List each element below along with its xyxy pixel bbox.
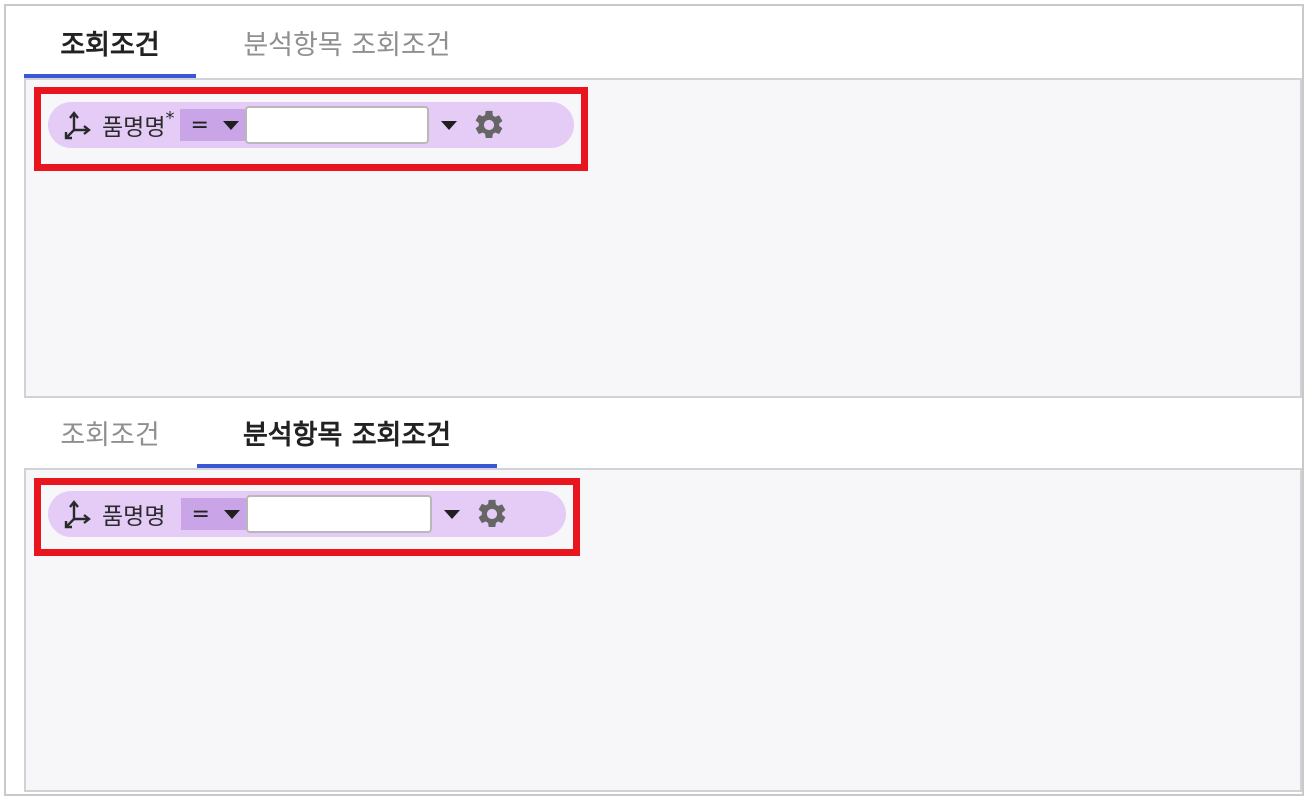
field-label: 품명명 bbox=[102, 497, 165, 531]
required-mark: * bbox=[165, 108, 175, 129]
highlight-box: 품명명 = bbox=[34, 478, 580, 556]
chevron-down-icon[interactable] bbox=[440, 120, 457, 130]
tab-analysis-query-conditions[interactable]: 분석항목 조회조건 bbox=[197, 410, 497, 468]
axis-move-icon[interactable] bbox=[60, 497, 94, 531]
operator-select[interactable]: = bbox=[181, 498, 246, 530]
tab-bar: 조회조건 분석항목 조회조건 bbox=[24, 410, 1302, 468]
query-section-2: 조회조건 분석항목 조회조건 품명명 = bbox=[24, 410, 1302, 792]
query-section-1: 조회조건 분석항목 조회조건 품명명* = bbox=[24, 20, 1302, 398]
tab-query-conditions[interactable]: 조회조건 bbox=[24, 20, 196, 78]
query-conditions-frame: 조회조건 분석항목 조회조건 품명명* = 조회조건 분석항목 조회조건 품명명… bbox=[4, 4, 1304, 796]
axis-move-icon[interactable] bbox=[60, 108, 94, 142]
highlight-box: 품명명* = bbox=[34, 87, 588, 171]
chevron-down-icon bbox=[223, 509, 240, 519]
filter-condition-pill: 품명명 = bbox=[48, 491, 566, 537]
operator-value: = bbox=[191, 501, 210, 527]
field-name: 품명명 bbox=[102, 504, 166, 530]
field-label: 품명명* bbox=[102, 108, 174, 142]
gear-icon[interactable] bbox=[471, 107, 507, 143]
chevron-down-icon bbox=[222, 120, 239, 130]
tab-bar: 조회조건 분석항목 조회조건 bbox=[24, 20, 1302, 78]
analysis-conditions-panel: 품명명 = bbox=[24, 468, 1302, 792]
conditions-panel: 품명명* = bbox=[24, 78, 1302, 398]
gear-icon[interactable] bbox=[474, 496, 510, 532]
chevron-down-icon[interactable] bbox=[443, 509, 460, 519]
tab-query-conditions[interactable]: 조회조건 bbox=[24, 410, 196, 468]
tab-analysis-query-conditions[interactable]: 분석항목 조회조건 bbox=[197, 20, 497, 78]
operator-value: = bbox=[190, 112, 209, 138]
condition-value-input[interactable] bbox=[245, 495, 432, 533]
operator-select[interactable]: = bbox=[180, 109, 245, 141]
condition-value-input[interactable] bbox=[244, 106, 429, 144]
field-name: 품명명 bbox=[102, 115, 166, 141]
filter-condition-pill: 품명명* = bbox=[48, 102, 574, 148]
